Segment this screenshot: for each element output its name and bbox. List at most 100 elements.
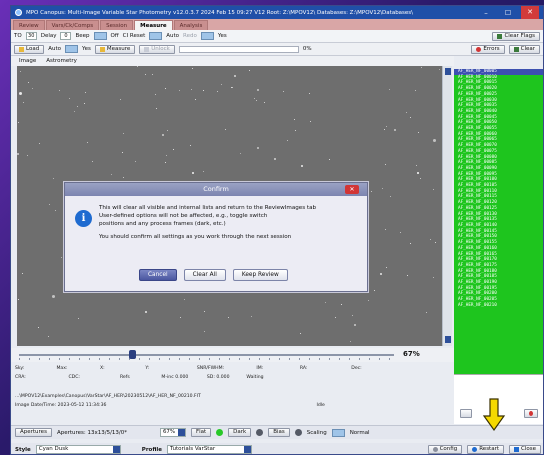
apertures-button[interactable]: Apertures	[15, 428, 52, 437]
load-button[interactable]: Load	[14, 44, 45, 54]
profile-select-value: Tutorials VarStar	[170, 446, 216, 452]
load-label: Load	[26, 45, 40, 52]
dialog-close-button[interactable]: ✕	[345, 185, 359, 194]
star-point	[19, 92, 22, 95]
star-point	[204, 331, 205, 332]
tab-session[interactable]: Session	[100, 20, 134, 30]
delete-icon	[529, 411, 533, 416]
measure-icon	[99, 46, 105, 52]
zoom-label: 67%	[403, 350, 420, 358]
options-toolbar: TO 30 Delay 0 Beep Off CI Reset Auto Red…	[11, 30, 543, 43]
list-delete-button[interactable]	[524, 409, 538, 418]
star-point	[301, 165, 303, 167]
star-point	[152, 74, 153, 75]
sky-readout: Sky:	[15, 366, 25, 371]
clear-all-button[interactable]: Clear All	[183, 269, 226, 281]
star-point	[368, 300, 369, 301]
errors-button[interactable]: Errors	[471, 44, 505, 54]
dark-button[interactable]: Dark	[228, 428, 252, 437]
star-point	[374, 290, 375, 291]
image-file-list[interactable]: AF_HER_NF_00005 AF_HER_NF_00010 AF_HER_NF_…	[454, 69, 543, 374]
profile-select[interactable]: Tutorials VarStar	[167, 445, 253, 454]
restart-button[interactable]: Restart	[467, 445, 505, 454]
zoom-slider-handle[interactable]	[129, 350, 136, 359]
close-window-button[interactable]: ✕	[521, 6, 539, 19]
star-point	[350, 341, 351, 342]
star-point	[74, 111, 75, 112]
star-point	[283, 91, 284, 92]
star-point	[59, 90, 60, 91]
config-button[interactable]: Config	[427, 445, 463, 454]
tab-astrometry[interactable]: Astrometry	[46, 56, 77, 66]
star-point	[77, 106, 78, 107]
scroll-up-icon[interactable]	[445, 68, 451, 75]
star-point	[249, 70, 250, 71]
star-point	[256, 100, 257, 101]
style-select[interactable]: Cyan Dusk	[35, 445, 121, 454]
measure-button[interactable]: Measure	[94, 44, 136, 54]
tab-vars-ck-comps[interactable]: Vars/Ck/Comps	[45, 20, 100, 30]
keep-review-button[interactable]: Keep Review	[232, 269, 288, 281]
auto-toggle[interactable]	[64, 45, 78, 53]
star-point	[410, 243, 411, 244]
star-point	[382, 188, 383, 189]
star-point	[310, 121, 311, 122]
star-point	[184, 299, 185, 300]
profile-label: Profile	[141, 446, 163, 453]
star-point	[192, 68, 193, 69]
tab-image[interactable]: Image	[19, 56, 36, 66]
ci-reset-toggle[interactable]	[149, 32, 163, 40]
list-nav-button[interactable]	[460, 409, 472, 418]
status-bar: Style Cyan Dusk Profile Tutorials VarSta…	[11, 443, 543, 454]
star-point	[28, 82, 29, 83]
star-point	[287, 140, 288, 141]
image-subtabs: Image Astrometry	[11, 56, 454, 66]
tab-analysis[interactable]: Analysis	[173, 20, 209, 30]
bias-button[interactable]: Bias	[268, 428, 290, 437]
star-point	[352, 315, 353, 316]
zoom-slider-track[interactable]	[19, 354, 394, 356]
x-readout: X:	[99, 366, 105, 371]
star-point	[32, 88, 33, 89]
star-point	[234, 75, 236, 77]
star-point	[39, 143, 40, 144]
maximize-button[interactable]: ☐	[499, 9, 517, 17]
clear-flags-button[interactable]: Clear Flags	[492, 31, 540, 41]
unlock-button[interactable]: Unlock	[139, 44, 175, 54]
tab-measure[interactable]: Measure	[134, 20, 173, 30]
minimize-button[interactable]: –	[477, 9, 495, 17]
image-vertical-scrollbar[interactable]	[442, 66, 452, 346]
auto-state: Yes	[81, 46, 91, 52]
flag-icon	[497, 33, 503, 39]
folder-icon	[19, 46, 24, 52]
scroll-down-icon[interactable]	[445, 336, 451, 343]
star-point	[417, 172, 419, 174]
tab-review[interactable]: Review	[13, 20, 45, 30]
clear-button[interactable]: Clear	[508, 44, 540, 54]
scaling-toggle[interactable]	[331, 428, 345, 437]
beep-toggle[interactable]	[93, 32, 107, 40]
scaling-label: Scaling	[306, 429, 327, 436]
close-button[interactable]: Close	[509, 445, 541, 454]
cancel-button[interactable]: Cancel	[139, 269, 177, 281]
dialog-line-3: positions and any process frames (dark, …	[99, 221, 226, 227]
dark-status-icon	[256, 429, 264, 436]
confirm-dialog-message: This will clear all visible and internal…	[99, 204, 365, 241]
catalog-info-row: CRA: CDC: Refs M-inc 0.000 SD: 0.000 Wai…	[11, 373, 454, 382]
to-input[interactable]: 30	[25, 32, 37, 40]
star-point	[191, 89, 192, 90]
zoom-select[interactable]: 67%	[159, 428, 186, 437]
star-point	[122, 152, 123, 153]
dialog-line-2: User-defined options will not be affecte…	[99, 213, 268, 219]
redo-toggle[interactable]	[200, 32, 214, 40]
star-point	[78, 318, 79, 319]
star-point	[386, 267, 387, 268]
delay-input[interactable]: 0	[60, 32, 72, 40]
star-point	[87, 142, 88, 143]
star-point	[145, 74, 146, 75]
file-list-item[interactable]: AF_HER_NF_00210	[454, 303, 543, 309]
star-point	[23, 102, 24, 103]
star-point	[325, 302, 326, 303]
star-point	[165, 88, 166, 89]
flat-button[interactable]: Flat	[190, 428, 212, 437]
